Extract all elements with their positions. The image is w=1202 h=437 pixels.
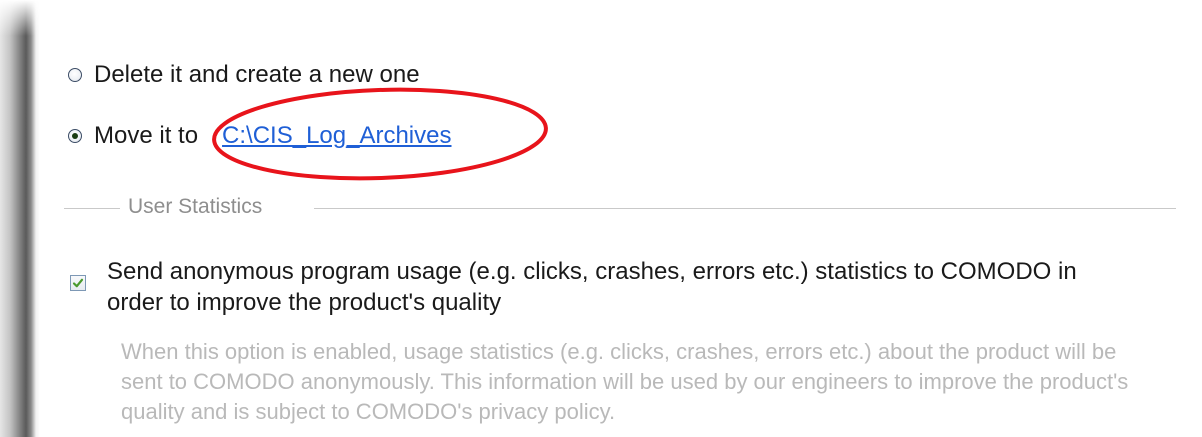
move-option-label[interactable]: Move it to [94,122,198,150]
top-fade-overlay [0,0,1202,36]
delete-option-radio[interactable] [68,68,82,82]
delete-option-row[interactable]: Delete it and create a new one [68,60,420,90]
send-stats-label[interactable]: Send anonymous program usage (e.g. click… [107,256,1107,318]
group-divider-right [314,208,1176,209]
delete-option-label[interactable]: Delete it and create a new one [94,61,420,89]
user-statistics-group-title: User Statistics [128,195,263,218]
window-edge-shadow [0,0,40,437]
archive-path-link[interactable]: C:\CIS_Log_Archives [222,122,451,150]
group-divider-left [64,208,120,209]
move-option-radio[interactable] [68,129,82,143]
checkmark-icon [72,278,84,288]
send-stats-description: When this option is enabled, usage stati… [121,339,1129,424]
send-stats-checkbox[interactable] [70,275,86,291]
move-option-row[interactable]: Move it to C:\CIS_Log_Archives [68,121,452,151]
